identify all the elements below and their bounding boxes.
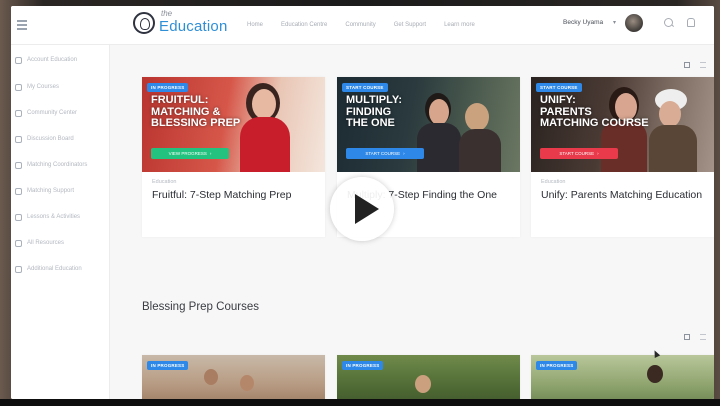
sidebar-item-label: Matching Support — [27, 188, 75, 194]
person-body — [417, 123, 461, 172]
person-face — [240, 375, 254, 391]
person-face — [415, 375, 431, 393]
sidebar-item-my-courses[interactable]: My Courses — [15, 82, 59, 92]
sidebar-item-label: My Courses — [27, 84, 60, 90]
button-label: START COURSE — [365, 151, 401, 156]
sidebar: Account Education My Courses Community C… — [11, 45, 110, 399]
view-progress-button[interactable]: VIEW PROGRESS › — [151, 148, 229, 159]
person-hair — [647, 365, 663, 383]
folder-icon — [15, 239, 22, 247]
sidebar-item-account-education[interactable]: Account Education — [15, 55, 77, 65]
sidebar-item-matching-coordinators[interactable]: Matching Coordinators — [15, 160, 87, 170]
sidebar-item-matching-support[interactable]: Matching Support — [15, 186, 74, 196]
course-thumbnail[interactable]: IN PROGRESS — [531, 355, 714, 399]
prep-course-card[interactable]: IN PROGRESS — [142, 355, 325, 399]
chat-icon — [15, 135, 22, 143]
prep-course-card[interactable]: IN PROGRESS — [337, 355, 520, 399]
thumbnail-title: FRUITFUL: MATCHING & BLESSING PREP — [151, 94, 241, 129]
status-badge: IN PROGRESS — [147, 83, 189, 92]
sidebar-item-label: Lessons & Activities — [27, 214, 81, 220]
course-thumbnail[interactable]: IN PROGRESS — [142, 355, 325, 399]
course-card-unify[interactable]: START COURSE UNIFY: PARENTS MATCHING COU… — [531, 77, 714, 237]
nav-link-community[interactable]: Community — [345, 22, 375, 32]
arrow-right-icon: › — [209, 151, 212, 156]
sidebar-item-label: Additional Education — [27, 266, 82, 272]
nav-link-home[interactable]: Home — [247, 22, 263, 32]
button-label: VIEW PROGRESS — [168, 151, 207, 156]
app-screen: the Education Home Education Centre Comm… — [11, 6, 714, 399]
main-content: IN PROGRESS FRUITFUL: MATCHING & BLESSIN… — [110, 45, 714, 399]
graduation-icon — [15, 265, 22, 273]
sidebar-item-lessons-activities[interactable]: Lessons & Activities — [15, 212, 80, 222]
course-title[interactable]: Unify: Parents Matching Education — [541, 188, 704, 202]
course-category: Education — [541, 179, 566, 185]
sidebar-item-label: Discussion Board — [27, 136, 74, 142]
nav-link-get-support[interactable]: Get Support — [394, 22, 426, 32]
heart-icon — [15, 161, 22, 169]
top-navigation-bar: the Education Home Education Centre Comm… — [11, 6, 714, 45]
hamburger-menu-icon[interactable] — [17, 20, 27, 30]
person-body — [240, 117, 290, 172]
status-badge: START COURSE — [342, 83, 388, 92]
status-badge: IN PROGRESS — [342, 361, 384, 370]
video-bottom-bar — [0, 399, 720, 406]
bell-icon[interactable] — [687, 18, 695, 27]
person-face — [204, 369, 218, 385]
thumbnail-title: UNIFY: PARENTS MATCHING COURSE — [540, 94, 649, 129]
logo-icon[interactable] — [133, 12, 155, 34]
person-face — [252, 89, 276, 119]
sidebar-item-label: Account Education — [27, 57, 78, 63]
grid-view-icon[interactable] — [684, 62, 690, 68]
sidebar-item-discussion-board[interactable]: Discussion Board — [15, 134, 74, 144]
person-face — [659, 101, 681, 127]
nav-links: Home Education Centre Community Get Supp… — [247, 22, 475, 32]
person-body — [649, 125, 697, 172]
sidebar-item-label: Matching Coordinators — [27, 162, 88, 168]
arrow-right-icon: › — [597, 151, 599, 156]
nav-link-learn-more[interactable]: Learn more — [444, 22, 475, 32]
person-body — [459, 129, 501, 172]
course-title[interactable]: Fruitful: 7-Step Matching Prep — [152, 188, 315, 202]
arrow-right-icon: › — [403, 151, 405, 156]
status-badge: IN PROGRESS — [536, 361, 578, 370]
logo-prefix: the — [161, 9, 173, 18]
course-category: Education — [152, 179, 177, 185]
thumbnail-title: MULTIPLY: FINDING THE ONE — [346, 94, 403, 129]
course-thumbnail[interactable]: START COURSE MULTIPLY: FINDING THE ONE S… — [337, 77, 520, 172]
book-icon — [15, 83, 22, 91]
status-badge: START COURSE — [536, 83, 582, 92]
course-thumbnail[interactable]: IN PROGRESS FRUITFUL: MATCHING & BLESSIN… — [142, 77, 325, 172]
play-icon — [355, 194, 379, 224]
people-icon — [15, 109, 22, 117]
calendar-icon — [15, 213, 22, 221]
status-badge: IN PROGRESS — [147, 361, 189, 370]
support-icon — [15, 187, 22, 195]
sidebar-item-all-resources[interactable]: All Resources — [15, 238, 64, 248]
sidebar-item-label: Community Center — [27, 110, 78, 116]
prep-course-card[interactable]: IN PROGRESS — [531, 355, 714, 399]
section-title: Blessing Prep Courses — [142, 301, 259, 313]
sidebar-item-label: All Resources — [27, 240, 65, 246]
search-icon[interactable] — [664, 18, 673, 27]
start-course-button[interactable]: START COURSE › — [346, 148, 424, 159]
list-view-icon[interactable] — [700, 334, 706, 340]
course-thumbnail[interactable]: IN PROGRESS — [337, 355, 520, 399]
person-face — [465, 103, 489, 131]
compass-icon — [15, 56, 22, 64]
course-card-fruitful[interactable]: IN PROGRESS FRUITFUL: MATCHING & BLESSIN… — [142, 77, 325, 237]
button-label: START COURSE — [559, 151, 595, 156]
sidebar-item-additional-education[interactable]: Additional Education — [15, 264, 82, 274]
logo-text[interactable]: Education — [159, 18, 228, 35]
start-course-button[interactable]: START COURSE › — [540, 148, 618, 159]
chevron-down-icon[interactable]: ▾ — [613, 19, 616, 26]
course-thumbnail[interactable]: START COURSE UNIFY: PARENTS MATCHING COU… — [531, 77, 714, 172]
list-view-icon[interactable] — [700, 62, 706, 68]
user-name[interactable]: Becky Uyama — [563, 19, 603, 26]
play-button[interactable] — [330, 177, 394, 241]
nav-link-education-centre[interactable]: Education Centre — [281, 22, 327, 32]
person-face — [429, 99, 449, 125]
avatar[interactable] — [625, 14, 643, 32]
sidebar-item-community-center[interactable]: Community Center — [15, 108, 77, 118]
grid-view-icon[interactable] — [684, 334, 690, 340]
